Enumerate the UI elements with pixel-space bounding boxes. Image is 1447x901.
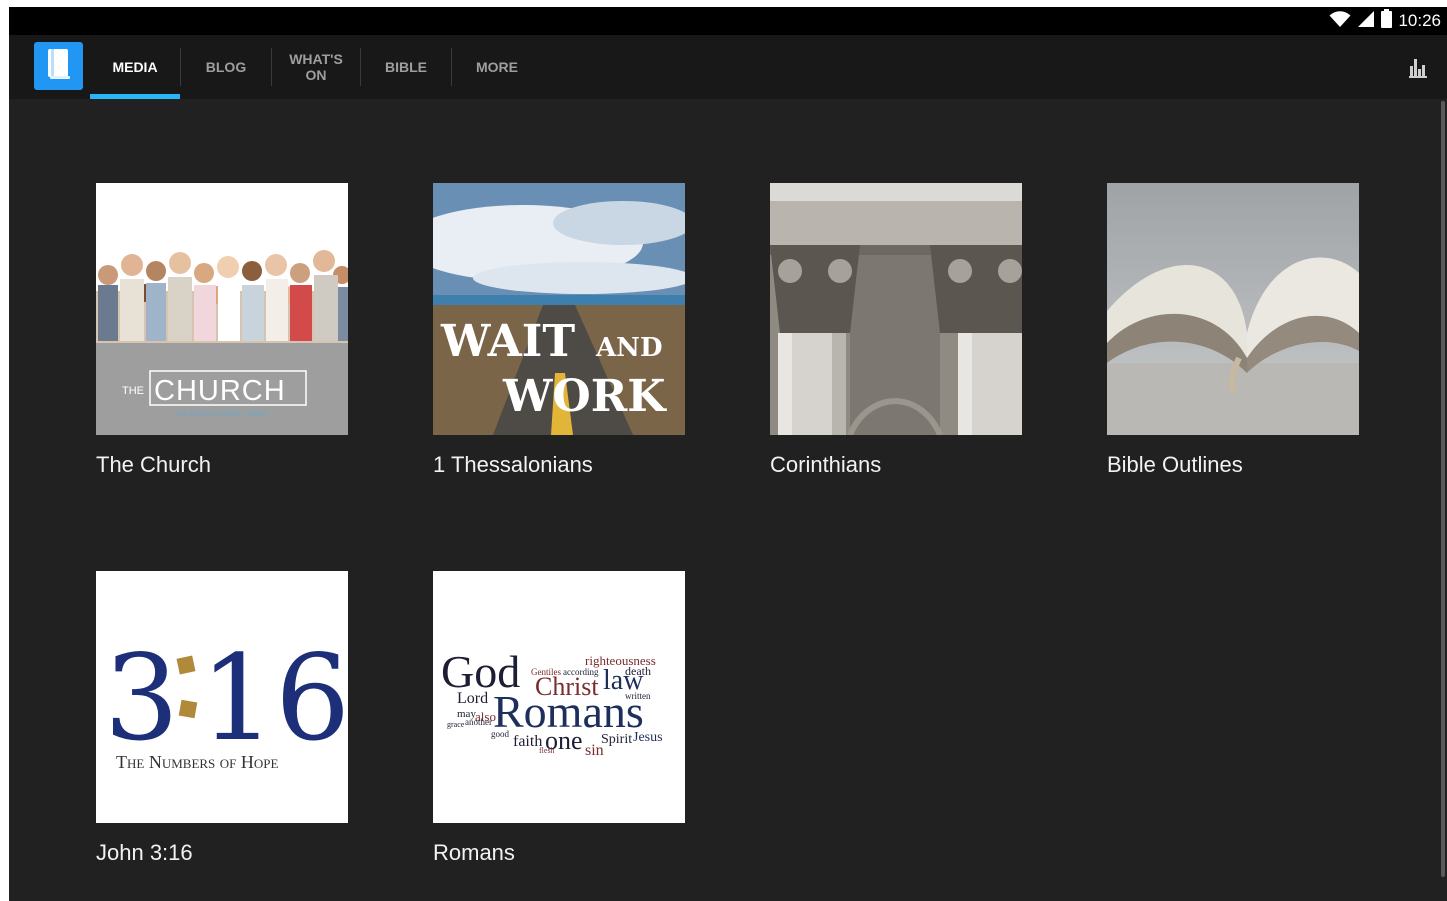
word-lord: Lord: [457, 690, 488, 707]
thumb-and-text: AND: [595, 333, 663, 363]
media-title: 1 Thessalonians: [433, 452, 593, 477]
thumbnail-john-3-16: 3 16 The Numbers of Hope: [96, 571, 348, 823]
media-tile-corinthians[interactable]: Corinthians: [770, 183, 1022, 478]
thumbnail-bible-outlines: [1107, 183, 1359, 435]
media-title: Bible Outlines: [1107, 452, 1243, 477]
word-faith: faith: [513, 733, 542, 750]
book-icon: [44, 47, 74, 86]
word-another: another: [465, 717, 492, 727]
signal-icon: [1357, 10, 1375, 33]
media-title: The Church: [96, 452, 211, 477]
media-tile-john-3-16[interactable]: 3 16 The Numbers of Hope John 3:16: [96, 571, 348, 866]
tab-label: MEDIA: [112, 59, 158, 75]
word-good: good: [491, 729, 510, 739]
wifi-icon: [1329, 10, 1351, 33]
tab-bible[interactable]: BIBLE: [361, 35, 451, 99]
tab-more[interactable]: MORE: [452, 35, 542, 99]
thumb-number-3: 3: [104, 629, 179, 767]
word-flesh: flesh: [539, 746, 555, 755]
thumb-wait-text: WAIT: [440, 316, 575, 367]
bar-chart-icon: [1407, 59, 1429, 82]
media-tile-1-thessalonians[interactable]: WAIT AND WORK 1 Thessalonians: [433, 183, 685, 478]
media-title: John 3:16: [96, 840, 193, 865]
word-grace: grace: [447, 720, 465, 729]
media-title: Romans: [433, 840, 515, 865]
tab-label: MORE: [476, 59, 518, 75]
church-prefix-text: THE: [122, 385, 144, 397]
tab-label: WHAT'S ON: [289, 51, 343, 83]
word-according: according: [563, 667, 599, 677]
thumb-work-text: WORK: [502, 371, 667, 422]
scrollbar[interactable]: [1441, 101, 1445, 877]
battery-icon: [1381, 9, 1393, 33]
app-logo[interactable]: [34, 42, 83, 90]
church-word-text: CHURCH: [154, 375, 286, 407]
tab-label: BIBLE: [385, 59, 427, 75]
media-title: Corinthians: [770, 452, 882, 477]
word-spirit: Spirit: [601, 732, 632, 747]
tab-whats-on[interactable]: WHAT'S ON: [272, 35, 360, 99]
stats-button[interactable]: [1407, 56, 1429, 78]
media-tile-the-church[interactable]: THE CHURCH THE GOSPEL MADE VISIBLE The C…: [96, 183, 348, 478]
thumb-subtitle: The Numbers of Hope: [116, 752, 279, 772]
app-bar: MEDIA BLOG WHAT'S ON BIBLE MORE: [9, 35, 1447, 99]
media-tile-bible-outlines[interactable]: Bible Outlines: [1107, 183, 1359, 478]
word-gentiles: Gentiles: [531, 667, 561, 677]
thumbnail-the-church: THE CHURCH THE GOSPEL MADE VISIBLE: [96, 183, 348, 435]
status-bar: 10:26: [9, 7, 1447, 35]
tab-label: BLOG: [205, 59, 247, 75]
media-tile-romans[interactable]: God Christ law Romans one faith sin Lord…: [433, 571, 685, 866]
app-window: 10:26 MEDIA BLOG WHAT'S ON BIBLE MORE TH…: [9, 7, 1447, 901]
word-written: written: [625, 691, 651, 701]
thumbnail-corinthians: [770, 183, 1022, 435]
thumbnail-romans: God Christ law Romans one faith sin Lord…: [433, 571, 685, 823]
thumb-number-16: 16: [200, 629, 348, 767]
church-tagline-text: THE GOSPEL MADE VISIBLE: [174, 411, 269, 418]
thumbnail-thessalonians: WAIT AND WORK: [433, 183, 685, 435]
tab-bar: MEDIA BLOG WHAT'S ON BIBLE MORE: [90, 35, 542, 99]
word-jesus: Jesus: [633, 730, 663, 745]
clock: 10:26: [1398, 11, 1441, 30]
status-icons: 10:26: [1329, 9, 1441, 33]
word-death: death: [625, 664, 651, 678]
tab-blog[interactable]: BLOG: [181, 35, 271, 99]
tab-media[interactable]: MEDIA: [90, 35, 180, 99]
